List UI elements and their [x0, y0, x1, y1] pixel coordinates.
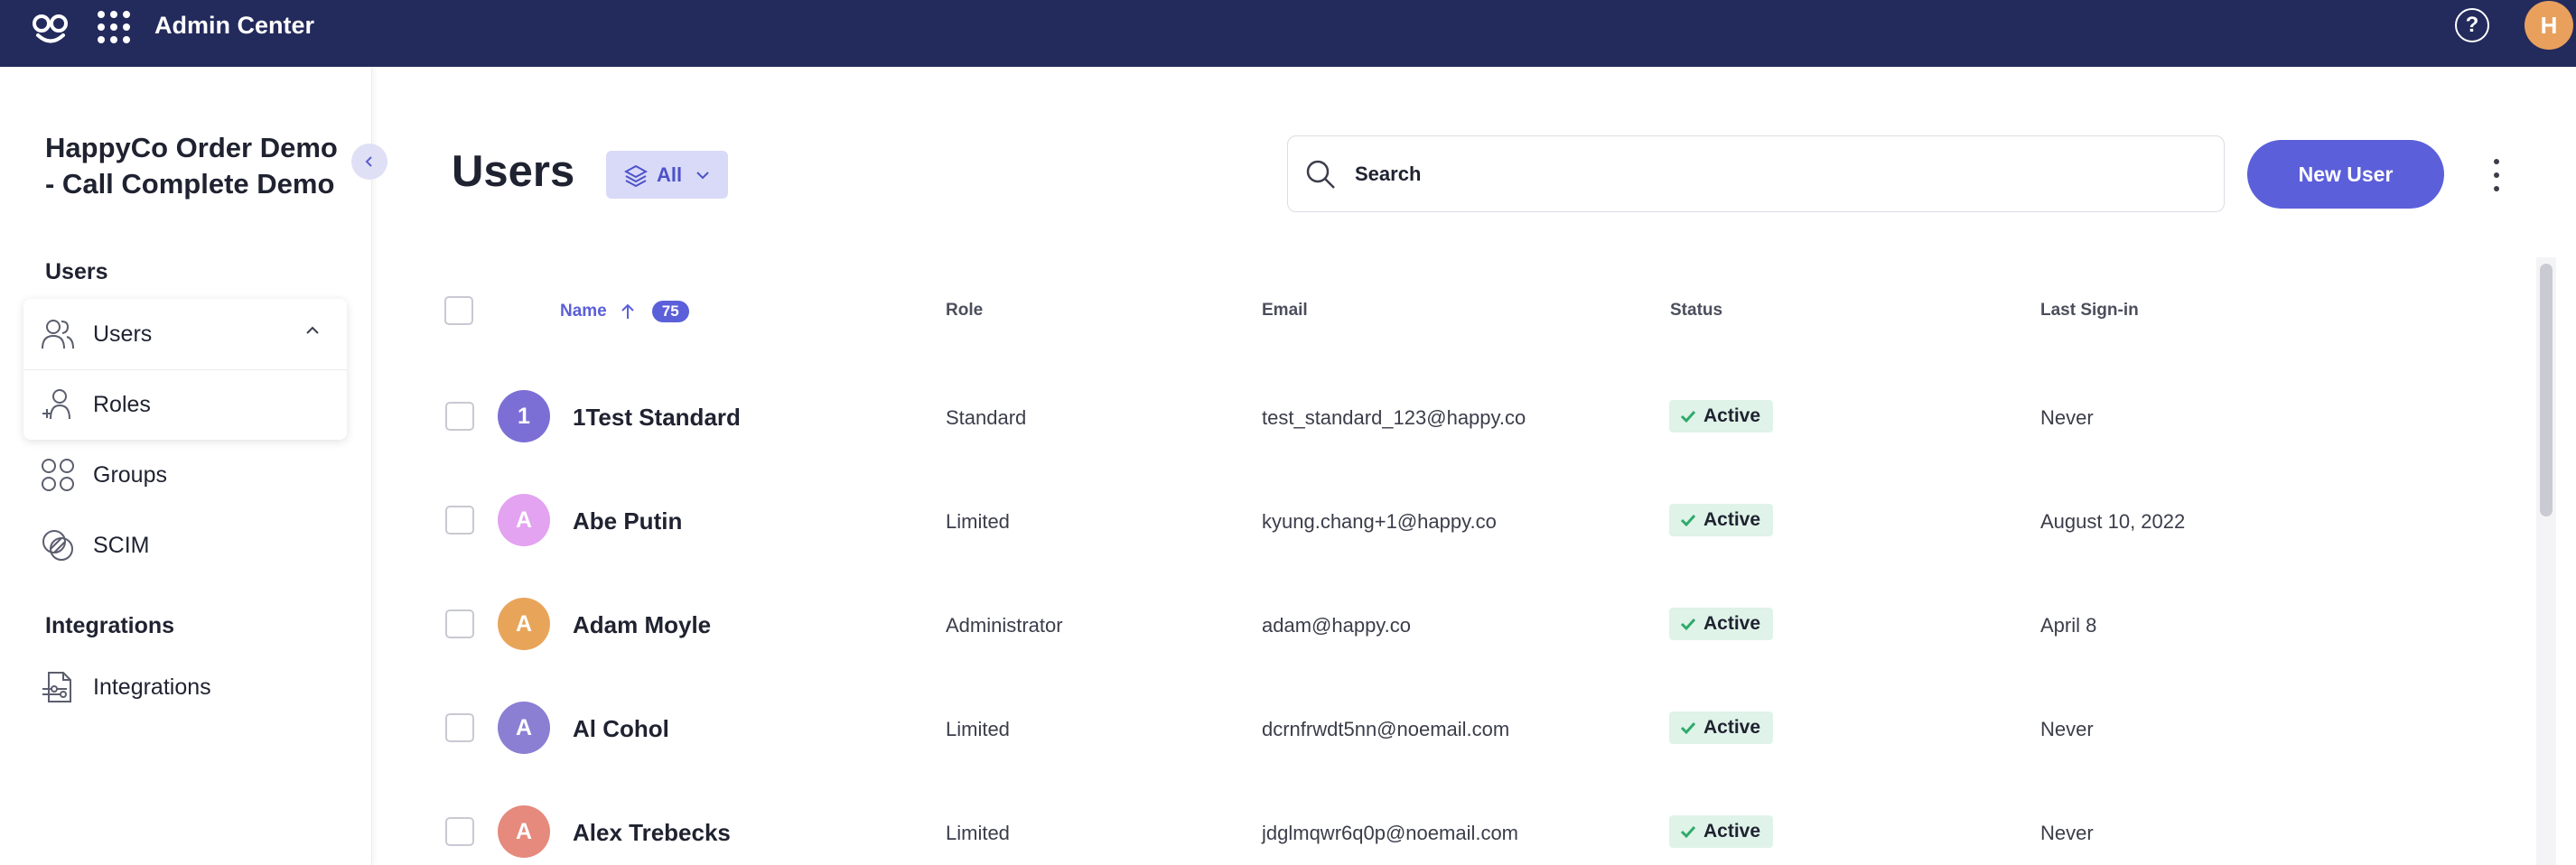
status-badge: Active — [1669, 400, 1774, 432]
row-checkbox[interactable] — [445, 609, 474, 638]
user-email: adam@happy.co — [1262, 614, 1412, 637]
chevron-left-icon — [365, 156, 372, 167]
row-checkbox[interactable] — [445, 402, 474, 431]
status-label: Active — [1703, 613, 1761, 634]
user-role: Administrator — [946, 614, 1063, 637]
sidebar-item-label: Integrations — [93, 674, 211, 700]
status-label: Active — [1703, 509, 1761, 530]
status-label: Active — [1703, 821, 1761, 842]
user-email: kyung.chang+1@happy.co — [1262, 510, 1497, 533]
search-input[interactable] — [1355, 162, 2168, 186]
filter-dropdown[interactable]: All — [606, 151, 728, 199]
status-badge: Active — [1669, 815, 1774, 848]
page-title: Users — [452, 147, 575, 196]
users-icon — [40, 316, 76, 352]
app-title: Admin Center — [154, 12, 315, 39]
layers-icon — [624, 164, 648, 187]
new-user-button[interactable]: New User — [2247, 140, 2444, 209]
filter-label: All — [657, 163, 683, 186]
add-user-icon — [40, 386, 76, 423]
sidebar-item-label: Roles — [93, 391, 151, 417]
user-count-badge: 75 — [651, 301, 689, 322]
help-icon[interactable]: ? — [2455, 8, 2489, 42]
user-role: Limited — [946, 718, 1010, 740]
column-header-role[interactable]: Role — [946, 301, 983, 321]
avatar: A — [498, 494, 550, 546]
row-checkbox[interactable] — [445, 506, 474, 535]
search-icon — [1306, 160, 1335, 189]
divider — [23, 369, 347, 370]
user-name[interactable]: Alex Trebecks — [573, 819, 731, 847]
user-name[interactable]: Adam Moyle — [573, 611, 711, 639]
avatar: A — [498, 702, 550, 754]
happyco-logo-icon[interactable] — [31, 11, 70, 51]
user-email: dcrnfrwdt5nn@noemail.com — [1262, 718, 1510, 740]
status-label: Active — [1703, 405, 1761, 426]
chevron-up-icon[interactable] — [303, 321, 322, 339]
groups-icon — [40, 457, 76, 493]
sidebar-item-label: Groups — [93, 461, 167, 488]
sidebar-item-scim[interactable]: SCIM — [40, 524, 150, 567]
sidebar-item-integrations[interactable]: Integrations — [40, 665, 211, 709]
avatar: A — [498, 805, 550, 858]
chevron-down-icon — [696, 171, 709, 179]
check-icon — [1680, 618, 1696, 631]
user-role: Standard — [946, 406, 1027, 429]
scrollbar-thumb[interactable] — [2540, 264, 2553, 516]
top-bar: Admin Center ? H — [0, 0, 2576, 67]
sidebar-item-label: SCIM — [93, 532, 150, 558]
scim-icon — [40, 527, 76, 563]
column-header-email[interactable]: Email — [1262, 301, 1308, 321]
user-email: test_standard_123@happy.co — [1262, 406, 1526, 429]
column-header-status[interactable]: Status — [1670, 301, 1722, 321]
avatar: 1 — [498, 390, 550, 442]
user-name[interactable]: Abe Putin — [573, 507, 682, 535]
integrations-icon — [40, 669, 76, 705]
column-header-name[interactable]: Name 75 — [560, 301, 689, 322]
apps-grid-icon[interactable] — [98, 9, 130, 43]
row-checkbox[interactable] — [445, 713, 474, 742]
user-role: Limited — [946, 510, 1010, 533]
user-avatar[interactable]: H — [2525, 1, 2573, 50]
status-label: Active — [1703, 717, 1761, 738]
sidebar-item-groups[interactable]: Groups — [40, 453, 167, 497]
sidebar: HappyCo Order Demo - Call Complete Demo … — [0, 67, 372, 865]
user-email: jdglmqwr6q0p@noemail.com — [1262, 822, 1519, 844]
user-role: Limited — [946, 822, 1010, 844]
check-icon — [1680, 721, 1696, 735]
status-badge: Active — [1669, 712, 1774, 744]
status-badge: Active — [1669, 504, 1774, 536]
select-all-checkbox[interactable] — [444, 296, 473, 325]
user-name[interactable]: Al Cohol — [573, 715, 669, 743]
status-badge: Active — [1669, 608, 1774, 640]
collapse-sidebar-button[interactable] — [351, 144, 387, 180]
check-icon — [1680, 410, 1696, 423]
sort-ascending-icon — [621, 303, 634, 319]
search-box — [1287, 135, 2225, 212]
avatar: A — [498, 598, 550, 650]
last-signin: Never — [2040, 822, 2094, 844]
sidebar-item-label: Users — [93, 321, 153, 347]
sidebar-item-users[interactable]: Users — [40, 312, 152, 356]
sidebar-item-roles[interactable]: Roles — [40, 383, 151, 426]
more-options-icon[interactable] — [2486, 159, 2507, 191]
last-signin: Never — [2040, 718, 2094, 740]
check-icon — [1680, 825, 1696, 839]
last-signin: August 10, 2022 — [2040, 510, 2186, 533]
column-name-label: Name — [560, 302, 607, 321]
sidebar-section-users: Users — [45, 259, 108, 284]
last-signin: April 8 — [2040, 614, 2097, 637]
organization-name: HappyCo Order Demo - Call Complete Demo — [45, 132, 338, 200]
check-icon — [1680, 514, 1696, 527]
row-checkbox[interactable] — [445, 817, 474, 846]
sidebar-section-integrations: Integrations — [45, 613, 175, 638]
user-name[interactable]: 1Test Standard — [573, 404, 741, 432]
last-signin: Never — [2040, 406, 2094, 429]
column-header-last-signin[interactable]: Last Sign-in — [2040, 301, 2139, 321]
